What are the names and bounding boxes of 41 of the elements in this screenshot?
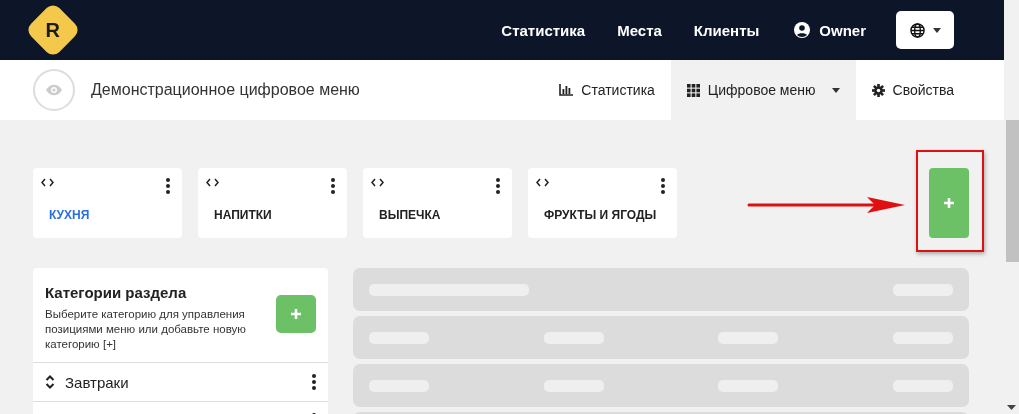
nav-link[interactable]: Клиенты — [693, 21, 760, 39]
scrollbar-thumb[interactable] — [1006, 120, 1019, 262]
code-icon — [206, 178, 219, 187]
section-label: ВЫПЕЧКА — [378, 208, 442, 222]
gear-icon — [871, 83, 885, 97]
page-title: Демонстрационное цифровое меню — [91, 81, 360, 99]
section-label: КУХНЯ — [48, 208, 91, 222]
plus-icon — [943, 197, 955, 209]
category-item[interactable]: Завтраки — [33, 363, 328, 402]
grid-icon — [686, 83, 700, 97]
nav-link[interactable]: Статистика — [501, 21, 586, 39]
section-card[interactable]: ВЫПЕЧКА — [363, 168, 512, 238]
more-icon[interactable] — [312, 374, 316, 390]
section-label: ФРУКТЫ И ЯГОДЫ — [543, 208, 658, 222]
more-icon[interactable] — [496, 178, 500, 194]
more-icon[interactable] — [331, 178, 335, 194]
scroll-down-icon[interactable] — [1007, 405, 1016, 410]
tab[interactable]: Статистика — [543, 60, 671, 120]
globe-icon — [909, 22, 925, 38]
eye-icon — [33, 69, 75, 111]
bar-chart-icon — [559, 84, 574, 96]
code-icon — [536, 178, 549, 187]
user-menu[interactable]: Owner — [819, 21, 866, 39]
caret-icon — [932, 27, 941, 33]
code-icon — [371, 178, 384, 187]
code-icon — [41, 178, 54, 187]
section-card[interactable]: НАПИТКИ — [198, 168, 347, 238]
user-icon — [794, 22, 811, 38]
sort-icon — [45, 375, 55, 389]
more-icon[interactable] — [661, 178, 665, 194]
section-card[interactable]: ФРУКТЫ И ЯГОДЫ — [528, 168, 677, 238]
tab[interactable]: Свойства — [855, 60, 970, 120]
more-icon[interactable] — [166, 178, 170, 194]
tab[interactable]: Цифровое меню — [670, 60, 856, 120]
panel-title: Категории раздела — [45, 284, 188, 301]
language-button[interactable] — [896, 11, 954, 49]
plus-icon — [290, 308, 302, 320]
section-card[interactable]: КУХНЯ — [33, 168, 182, 238]
section-label: НАПИТКИ — [213, 208, 273, 222]
panel-description: Выберите категорию для управления позициями меню или добавьте новую категорию [+] — [45, 307, 247, 352]
nav-link[interactable]: Места — [617, 21, 662, 39]
